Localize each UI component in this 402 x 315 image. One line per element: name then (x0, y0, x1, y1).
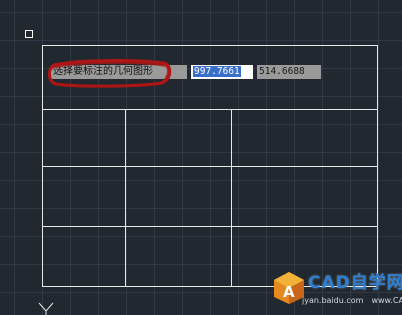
drawing-canvas[interactable]: 选择要标注的几何图形 997.7661 514.6688 A CAD自学网 jy… (0, 0, 402, 315)
pickbox-cursor (25, 30, 33, 38)
table-column-divider (231, 109, 232, 286)
svg-text:A: A (283, 283, 295, 301)
ucs-icon (38, 302, 54, 315)
table-row-divider (43, 226, 377, 227)
table-row-divider (43, 109, 377, 110)
watermark-title: CAD自学网 (308, 273, 402, 293)
table-column-divider (125, 109, 126, 286)
table-row-divider (43, 166, 377, 167)
watermark: A CAD自学网 jyan.baidu.com www.CAD27.com (272, 262, 402, 312)
coordinate-x-value: 997.7661 (193, 66, 241, 77)
coordinate-y-input[interactable]: 514.6688 (257, 65, 321, 79)
cad-logo-icon: A (274, 272, 304, 304)
coordinate-x-input[interactable]: 997.7661 (191, 65, 253, 79)
watermark-url: jyan.baidu.com www.CAD27.com (302, 296, 402, 305)
red-circle-annotation (47, 59, 172, 88)
